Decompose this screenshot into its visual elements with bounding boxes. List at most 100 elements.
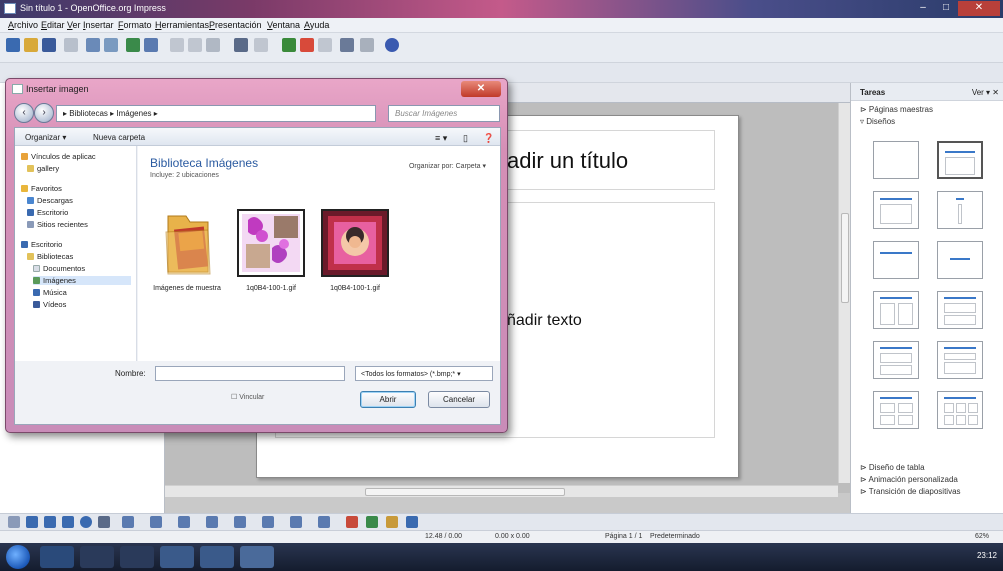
from-file-icon[interactable] (386, 516, 398, 528)
taskbar-app-explorer[interactable] (40, 546, 74, 568)
symbol-shapes-icon[interactable] (206, 516, 218, 528)
open-icon[interactable] (24, 38, 38, 52)
fontwork-icon[interactable] (366, 516, 378, 528)
tray-clock[interactable]: 23:12 (977, 551, 997, 560)
menu-herramientas[interactable]: Herramientas (155, 20, 209, 30)
layout-content-two[interactable] (937, 291, 983, 329)
horizontal-scroll-thumb[interactable] (365, 488, 565, 496)
library-subtitle[interactable]: Incluye: 2 ubicaciones (150, 172, 219, 179)
nav-item-documents[interactable]: Documentos (33, 264, 85, 273)
help-icon[interactable] (385, 38, 399, 52)
maximize-button[interactable]: □ (935, 1, 957, 16)
vertical-scrollbar[interactable] (838, 103, 850, 483)
rectangle-tool-icon[interactable] (62, 516, 74, 528)
points-icon[interactable] (346, 516, 358, 528)
vertical-scroll-thumb[interactable] (841, 213, 849, 303)
arrange-by-dropdown[interactable]: Organizar por: Carpeta ▾ (409, 162, 486, 170)
forward-button[interactable]: › (34, 103, 54, 123)
nav-item-desktop-root[interactable]: Escritorio (21, 240, 62, 249)
zoom-icon[interactable] (360, 38, 374, 52)
paste-icon[interactable] (206, 38, 220, 52)
master-pages-section[interactable]: ⊳ Páginas maestras (860, 105, 933, 114)
save-icon[interactable] (42, 38, 56, 52)
basic-shapes-icon[interactable] (178, 516, 190, 528)
search-input[interactable]: Buscar Imágenes (388, 105, 500, 122)
nav-item-favorites[interactable]: Favoritos (21, 184, 62, 193)
nav-item-libraries[interactable]: Bibliotecas (27, 252, 73, 261)
cancel-button[interactable]: Cancelar (428, 391, 490, 408)
print-preview-icon[interactable] (104, 38, 118, 52)
select-tool-icon[interactable] (8, 516, 20, 528)
open-button[interactable]: Abrir (360, 391, 416, 408)
layout-blank[interactable] (873, 141, 919, 179)
file-item-gif-1[interactable]: 1q0B4-100-1.gif (236, 206, 306, 296)
layout-two-columns[interactable] (873, 291, 919, 329)
file-item-sample-pictures[interactable]: Imágenes de muestra (152, 206, 222, 296)
nav-item-music[interactable]: Música (33, 288, 67, 297)
chart-icon[interactable] (282, 38, 296, 52)
arrow-tool-icon[interactable] (44, 516, 56, 528)
menu-ventana[interactable]: Ventana (267, 20, 300, 30)
filename-input[interactable] (155, 366, 345, 381)
custom-animation-section[interactable]: ⊳ Animación personalizada (860, 475, 958, 484)
taskbar-app-3[interactable] (160, 546, 194, 568)
slide-transition-section[interactable]: ⊳ Transición de diapositivas (860, 487, 961, 496)
address-bar[interactable]: ▸ Bibliotecas ▸ Imágenes ▸ (56, 105, 376, 122)
menu-formato[interactable]: Formato (118, 20, 152, 30)
horizontal-scrollbar[interactable] (165, 485, 838, 497)
taskbar-app-media[interactable] (80, 546, 114, 568)
nav-item-images[interactable]: Imágenes (33, 276, 131, 285)
nav-item-videos[interactable]: Vídeos (33, 300, 66, 309)
nav-item-gallery[interactable]: gallery (27, 164, 59, 173)
file-item-gif-2[interactable]: 1q0B4-100-1.gif (320, 206, 390, 296)
organize-button[interactable]: Organizar ▾ (25, 133, 66, 142)
menu-editar[interactable]: Editar (41, 20, 65, 30)
view-options-icon[interactable]: ≡ ▾ (435, 133, 447, 144)
layout-title-stacked[interactable] (937, 341, 983, 379)
table-design-section[interactable]: ⊳ Diseño de tabla (860, 463, 925, 472)
menu-presentacion[interactable]: Presentación (209, 20, 262, 30)
image-icon[interactable] (318, 38, 332, 52)
flowchart-icon[interactable] (262, 516, 274, 528)
taskbar-app-impress[interactable] (200, 546, 234, 568)
nav-item-recent[interactable]: Sitios recientes (27, 220, 88, 229)
table-icon[interactable] (300, 38, 314, 52)
block-arrows-icon[interactable] (234, 516, 246, 528)
file-list[interactable]: Biblioteca Imágenes Incluye: 2 ubicacion… (138, 146, 500, 361)
spellcheck-icon[interactable] (126, 38, 140, 52)
layout-title-only[interactable] (937, 191, 983, 229)
nav-item-downloads[interactable]: Descargas (27, 196, 73, 205)
new-folder-button[interactable]: Nueva carpeta (93, 133, 145, 142)
export-pdf-icon[interactable] (64, 38, 78, 52)
redo-icon[interactable] (254, 38, 268, 52)
menu-ayuda[interactable]: Ayuda (304, 20, 329, 30)
filetype-dropdown[interactable]: <Todos los formatos> (*.bmp;* ▾ (355, 366, 493, 381)
copy-icon[interactable] (188, 38, 202, 52)
navigator-icon[interactable] (340, 38, 354, 52)
layout-title-content-2[interactable] (937, 241, 983, 279)
nav-item-desktop[interactable]: Escritorio (27, 208, 68, 217)
nav-item-app-links[interactable]: Vínculos de aplicac (21, 152, 96, 161)
start-button[interactable] (6, 545, 30, 569)
status-zoom[interactable]: 62% (975, 533, 989, 540)
gallery-icon[interactable] (406, 516, 418, 528)
taskbar-app-2[interactable] (120, 546, 154, 568)
menu-archivo[interactable]: Archivo (8, 20, 38, 30)
layout-four-content[interactable] (873, 391, 919, 429)
ellipse-tool-icon[interactable] (80, 516, 92, 528)
new-document-icon[interactable] (6, 38, 20, 52)
layout-centered-text[interactable] (873, 241, 919, 279)
print-icon[interactable] (86, 38, 100, 52)
link-checkbox[interactable]: ☐ Vincular (231, 393, 264, 401)
minimize-button[interactable]: – (912, 1, 934, 16)
tasks-view-menu[interactable]: Ver ▾ ✕ (972, 88, 999, 97)
layout-title-content[interactable] (937, 141, 983, 179)
close-window-button[interactable]: ✕ (958, 1, 1000, 16)
text-tool-icon[interactable] (98, 516, 110, 528)
autospell-icon[interactable] (144, 38, 158, 52)
callouts-icon[interactable] (290, 516, 302, 528)
cut-icon[interactable] (170, 38, 184, 52)
menu-insertar[interactable]: Insertar (83, 20, 114, 30)
layout-six-content[interactable] (937, 391, 983, 429)
layout-title-two[interactable] (873, 191, 919, 229)
